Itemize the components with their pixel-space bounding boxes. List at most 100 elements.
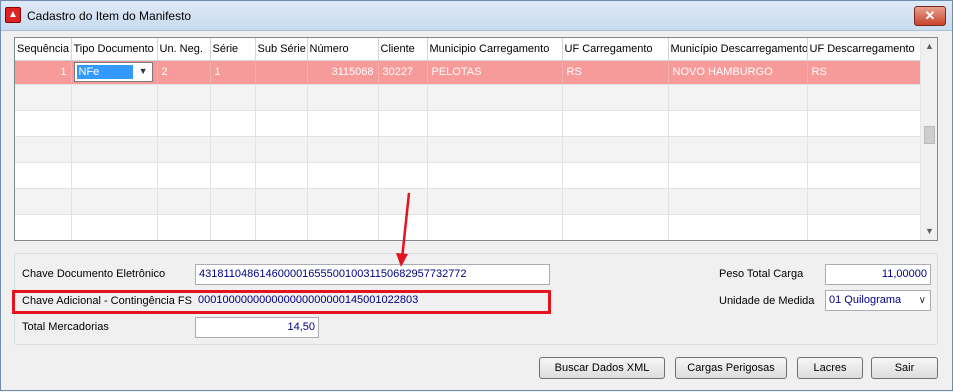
table-cell[interactable] — [427, 110, 563, 137]
table-cell[interactable] — [807, 110, 922, 137]
scrollbar-thumb[interactable] — [924, 126, 935, 144]
table-cell[interactable] — [378, 136, 428, 163]
cell-uf-carregamento[interactable]: RS — [562, 60, 669, 85]
table-cell[interactable] — [307, 162, 379, 189]
table-cell[interactable] — [71, 136, 158, 163]
table-cell[interactable] — [807, 136, 922, 163]
table-cell[interactable] — [210, 188, 256, 215]
table-cell[interactable] — [157, 84, 211, 111]
table-cell[interactable] — [15, 110, 72, 137]
table-cell[interactable] — [71, 162, 158, 189]
table-cell[interactable] — [668, 188, 808, 215]
col-header-tipo-documento[interactable]: Tipo Documento — [71, 38, 158, 61]
table-cell[interactable] — [71, 110, 158, 137]
table-cell[interactable] — [668, 84, 808, 111]
cell-tipo-documento[interactable]: NFe ▼ — [71, 60, 158, 85]
table-row[interactable] — [15, 162, 922, 189]
cell-municipio-carregamento[interactable]: PELOTAS — [427, 60, 563, 85]
close-button[interactable]: ✕ — [914, 6, 946, 26]
table-cell[interactable] — [807, 214, 922, 240]
table-cell[interactable] — [210, 84, 256, 111]
sair-button[interactable]: Sair — [871, 357, 938, 379]
items-grid[interactable]: Sequência Tipo Documento Un. Neg. Série … — [14, 37, 938, 241]
col-header-municipio-descarregamento[interactable]: Município Descarregamento — [668, 38, 808, 61]
col-header-un-neg[interactable]: Un. Neg. — [157, 38, 211, 61]
total-mercadorias-field[interactable]: 14,50 — [195, 317, 319, 338]
table-cell[interactable] — [378, 214, 428, 240]
cell-municipio-descarregamento[interactable]: NOVO HAMBURGO — [668, 60, 808, 85]
table-cell[interactable] — [807, 84, 922, 111]
vertical-scrollbar[interactable]: ▲ ▼ — [920, 38, 937, 240]
col-header-cliente[interactable]: Cliente — [378, 38, 428, 61]
table-cell[interactable] — [562, 188, 669, 215]
table-cell[interactable] — [210, 214, 256, 240]
table-cell[interactable] — [427, 214, 563, 240]
table-row[interactable] — [15, 188, 922, 215]
table-cell[interactable] — [255, 110, 308, 137]
table-cell[interactable] — [562, 214, 669, 240]
table-cell[interactable] — [307, 84, 379, 111]
table-cell[interactable] — [668, 214, 808, 240]
col-header-uf-descarregamento[interactable]: UF Descarregamento — [807, 38, 922, 61]
table-cell[interactable] — [71, 84, 158, 111]
table-row[interactable] — [15, 84, 922, 111]
table-cell[interactable] — [427, 84, 563, 111]
table-cell[interactable] — [255, 214, 308, 240]
cargas-perigosas-button[interactable]: Cargas Perigosas — [675, 357, 787, 379]
unidade-medida-select[interactable]: 01 Quilograma ∨ — [825, 290, 931, 311]
table-cell[interactable] — [307, 188, 379, 215]
table-cell[interactable] — [668, 136, 808, 163]
peso-total-field[interactable]: 11,00000 — [825, 264, 931, 285]
table-cell[interactable] — [210, 162, 256, 189]
table-cell[interactable] — [807, 188, 922, 215]
table-cell[interactable] — [378, 162, 428, 189]
table-cell[interactable] — [15, 188, 72, 215]
tipo-documento-dropdown[interactable]: NFe ▼ — [73, 62, 153, 82]
table-cell[interactable] — [562, 110, 669, 137]
table-cell[interactable] — [15, 162, 72, 189]
buscar-dados-xml-button[interactable]: Buscar Dados XML — [539, 357, 665, 379]
table-cell[interactable] — [255, 162, 308, 189]
table-cell[interactable] — [71, 214, 158, 240]
col-header-sub-serie[interactable]: Sub Série — [255, 38, 308, 61]
table-cell[interactable] — [71, 188, 158, 215]
table-cell[interactable] — [255, 84, 308, 111]
table-cell[interactable] — [157, 136, 211, 163]
cell-sequencia[interactable]: 1 — [15, 60, 72, 85]
chave-adicional-field[interactable]: 000100000000000000000000145001022803 — [195, 292, 548, 311]
cell-uf-descarregamento[interactable]: RS — [807, 60, 922, 85]
table-cell[interactable] — [307, 136, 379, 163]
table-cell[interactable] — [562, 162, 669, 189]
table-cell[interactable] — [562, 136, 669, 163]
col-header-uf-carregamento[interactable]: UF Carregamento — [562, 38, 669, 61]
table-cell[interactable] — [807, 162, 922, 189]
scroll-up-icon[interactable]: ▲ — [921, 38, 937, 55]
table-cell[interactable] — [427, 188, 563, 215]
chave-documento-field[interactable]: 4318110486146000016555001003115068295773… — [195, 264, 550, 285]
col-header-serie[interactable]: Série — [210, 38, 256, 61]
table-row[interactable] — [15, 136, 922, 163]
table-cell[interactable] — [307, 110, 379, 137]
table-cell[interactable] — [668, 162, 808, 189]
cell-serie[interactable]: 1 — [210, 60, 256, 85]
table-cell[interactable] — [157, 110, 211, 137]
lacres-button[interactable]: Lacres — [797, 357, 863, 379]
table-cell[interactable] — [210, 110, 256, 137]
table-row[interactable] — [15, 110, 922, 137]
table-cell[interactable] — [378, 110, 428, 137]
table-cell[interactable] — [255, 188, 308, 215]
table-cell[interactable] — [15, 214, 72, 240]
table-cell[interactable] — [15, 136, 72, 163]
table-cell[interactable] — [210, 136, 256, 163]
table-cell[interactable] — [378, 84, 428, 111]
table-cell[interactable] — [427, 162, 563, 189]
table-cell[interactable] — [378, 188, 428, 215]
col-header-sequencia[interactable]: Sequência — [15, 38, 72, 61]
cell-numero[interactable]: 3115068 — [307, 60, 379, 85]
table-cell[interactable] — [307, 214, 379, 240]
table-cell[interactable] — [157, 188, 211, 215]
table-cell[interactable] — [562, 84, 669, 111]
table-cell[interactable] — [15, 84, 72, 111]
table-cell[interactable] — [157, 214, 211, 240]
table-cell[interactable] — [427, 136, 563, 163]
